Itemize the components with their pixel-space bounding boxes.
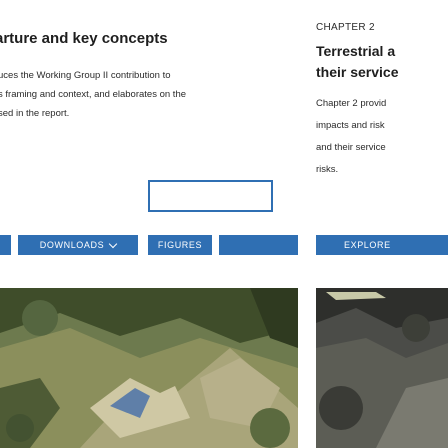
- card-title: arture and key concepts: [0, 30, 168, 47]
- downloads-button[interactable]: DOWNLOADS: [18, 235, 138, 255]
- chapter-label: CHAPTER 2: [316, 22, 375, 33]
- chapter-card-right: CHAPTER 2 Terrestrial a their service Ch…: [316, 0, 448, 448]
- explore-label: EXPLORE: [344, 240, 391, 250]
- figures-button[interactable]: FIGURES: [148, 235, 212, 255]
- card-title-line: their service: [316, 64, 399, 80]
- card-description-line: and their service: [316, 142, 386, 153]
- figures-label: FIGURES: [157, 240, 203, 250]
- card-description-line: risks.: [316, 164, 339, 175]
- chapter-image: [0, 288, 298, 448]
- explore-button[interactable]: EXPLORE: [316, 235, 448, 255]
- card-description-line: s framing and context, and elaborates on…: [0, 89, 187, 100]
- chevron-down-icon: [108, 239, 118, 248]
- downloads-label: DOWNLOADS: [39, 240, 105, 250]
- partial-button[interactable]: [0, 235, 11, 255]
- action-button[interactable]: [219, 235, 298, 255]
- focus-outline: [148, 180, 273, 212]
- card-description-line: Chapter 2 provid: [316, 98, 387, 109]
- card-description-line: uces the Working Group II contribution t…: [0, 70, 171, 81]
- chapter-card-left: arture and key concepts uces the Working…: [0, 0, 298, 448]
- card-description-line: sed in the report.: [0, 108, 70, 119]
- card-title-line: Terrestrial a: [316, 43, 396, 59]
- chapter-image: [316, 288, 448, 448]
- card-description-line: impacts and risk: [316, 120, 385, 131]
